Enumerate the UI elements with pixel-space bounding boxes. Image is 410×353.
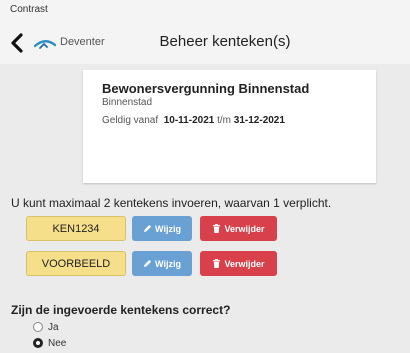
license-plate: VOORBEELD [26,251,126,276]
confirmation-question: Zijn de ingevoerde kentekens correct? [11,303,231,317]
valid-prefix: Geldig vanaf [102,115,159,126]
radio-button-selected[interactable] [33,338,43,348]
header: Deventer Beheer kenteken(s) [0,22,410,64]
page-title: Beheer kenteken(s) [159,33,291,50]
valid-from-date: 10-11-2021 [163,115,215,126]
radio-option-ja[interactable]: Ja [33,320,59,334]
delete-plate-button[interactable]: Verwijder [200,216,277,241]
pencil-icon [143,259,152,268]
edit-plate-button[interactable]: Wijzig [132,216,192,241]
delete-label: Verwijder [224,223,265,234]
delete-label: Verwijder [224,258,265,269]
radio-label: Nee [48,337,67,349]
status-bar: Contrast [0,0,410,22]
edit-label: Wijzig [155,223,181,234]
edit-plate-button[interactable]: Wijzig [132,251,192,276]
radio-button[interactable] [33,322,43,332]
valid-separator: t/m [217,115,231,126]
trash-icon [213,259,221,268]
edit-label: Wijzig [155,258,181,269]
permit-card: Bewonersvergunning Binnenstad Binnenstad… [83,70,376,183]
trash-icon [213,224,221,233]
pencil-icon [143,224,152,233]
permit-zone: Binnenstad [102,97,153,108]
radio-label: Ja [48,321,59,333]
delete-plate-button[interactable]: Verwijder [200,251,277,276]
status-bar-label: Contrast [10,4,48,15]
radio-option-nee[interactable]: Nee [33,336,66,350]
valid-to-date: 31-12-2021 [233,115,285,126]
permit-validity: Geldig vanaf 10-11-2021 t/m 31-12-2021 [102,115,285,126]
permit-title: Bewonersvergunning Binnenstad [102,81,310,96]
max-plates-info: U kunt maximaal 2 kentekens invoeren, wa… [11,196,332,210]
license-plate: KEN1234 [26,216,126,241]
